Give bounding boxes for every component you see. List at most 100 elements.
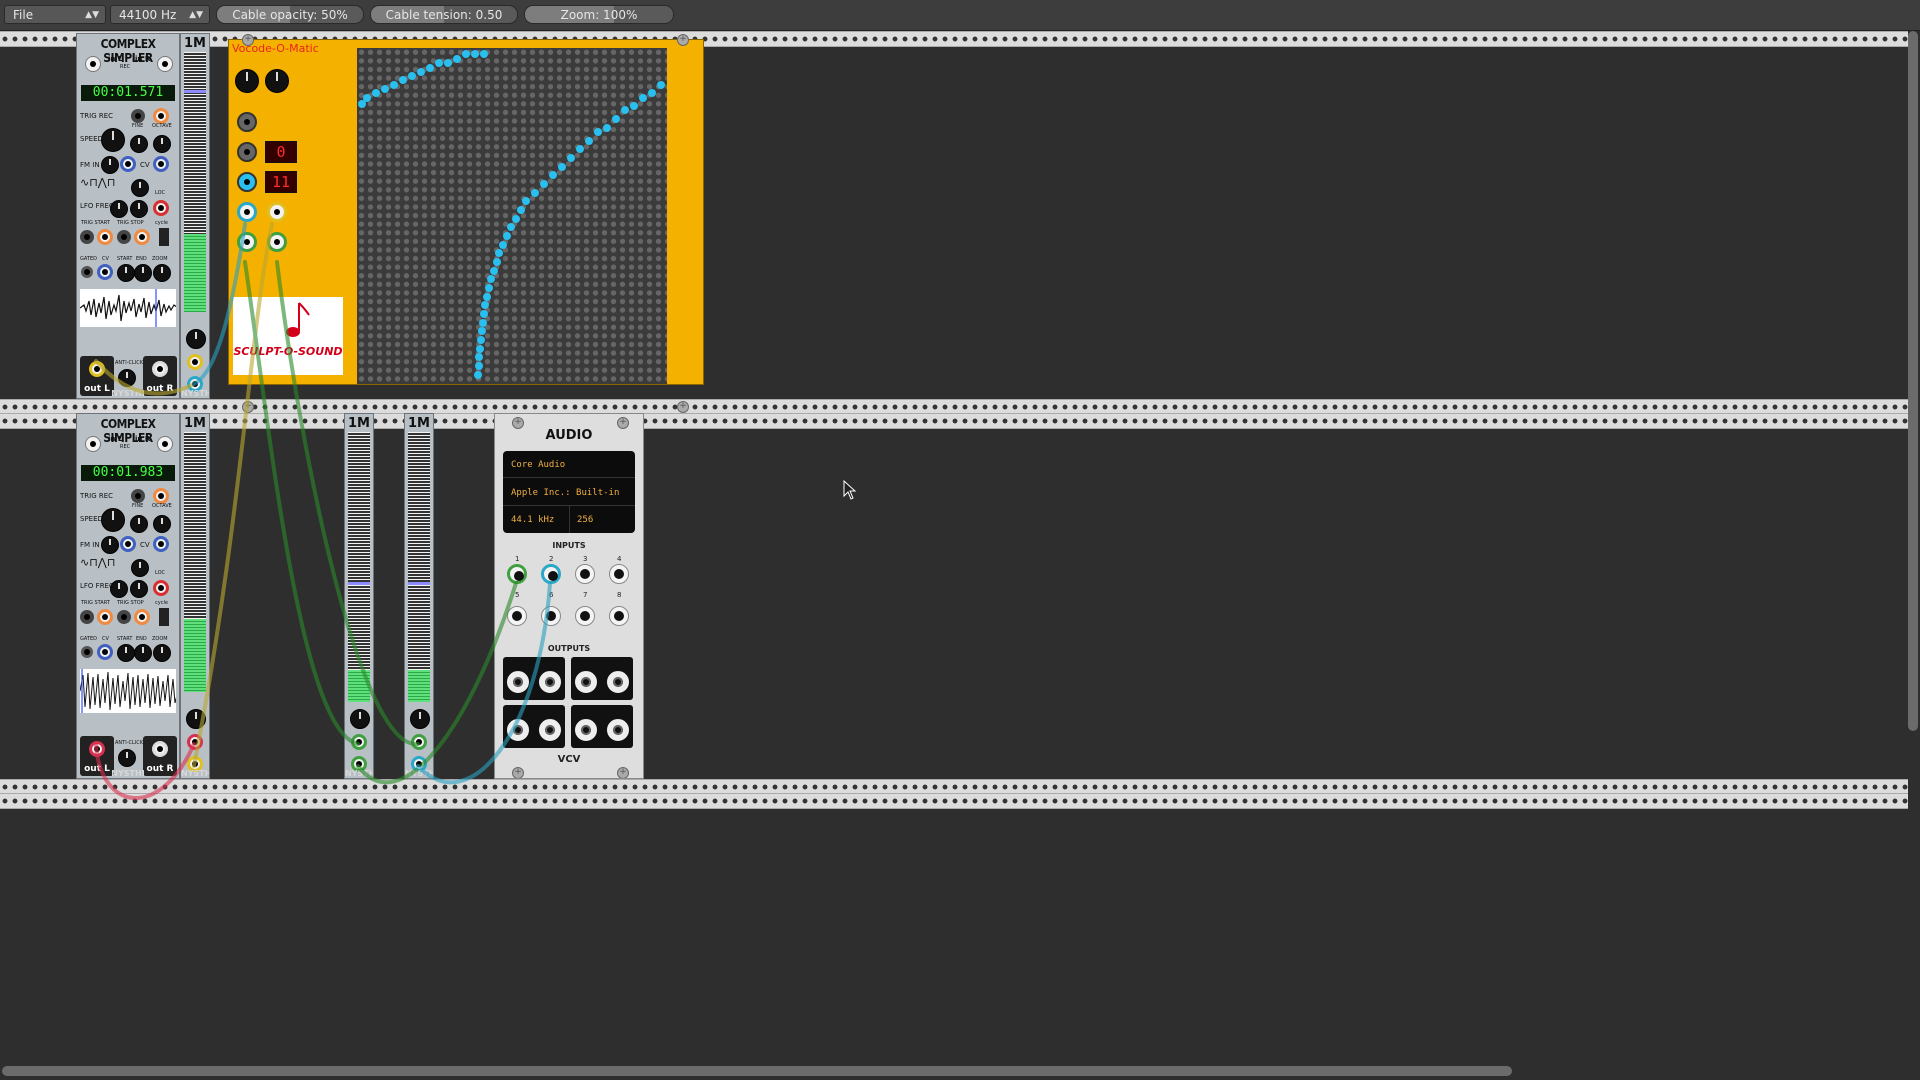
audio-interface-module[interactable]: + + AUDIO Core Audio Apple Inc.: Built-i… [494, 413, 644, 779]
gate-cv-jack[interactable] [97, 644, 113, 660]
in-r-jack[interactable] [157, 436, 173, 452]
cv-jack[interactable] [153, 536, 169, 552]
audio-device-display[interactable]: Core Audio Apple Inc.: Built-in 44.1 kHz… [503, 451, 635, 533]
vocoder-button-2[interactable] [237, 142, 257, 162]
trig-rec-jack[interactable] [153, 488, 169, 504]
gain-knob[interactable] [350, 709, 370, 729]
audio-sample-rate[interactable]: 44.1 kHz [511, 515, 554, 525]
output-jack-3[interactable] [575, 671, 597, 693]
trig-start-button[interactable] [80, 230, 94, 244]
gated-button[interactable] [81, 266, 93, 278]
input-jack-7[interactable] [575, 606, 595, 626]
gain-knob[interactable] [186, 329, 206, 349]
meter-1m-module[interactable]: 1M NYSTHI [180, 413, 210, 779]
cycle-switch[interactable] [159, 608, 169, 626]
input-jack-3[interactable] [575, 564, 595, 584]
trig-rec-button[interactable] [131, 489, 145, 503]
fine-knob[interactable] [130, 135, 148, 153]
sample-rate-select[interactable]: 44100 Hz ▲▼ [110, 5, 210, 24]
anti-click-knob[interactable] [118, 369, 136, 387]
fm-knob[interactable] [101, 536, 119, 554]
gated-button[interactable] [81, 646, 93, 658]
band-matrix-grid[interactable] [357, 48, 667, 384]
lfo-freq-knob[interactable] [110, 580, 128, 598]
fm-knob[interactable] [101, 156, 119, 174]
input-jack-4[interactable] [609, 564, 629, 584]
lfo-amount-knob[interactable] [130, 580, 148, 598]
cv-jack[interactable] [153, 156, 169, 172]
output-jack-4[interactable] [607, 671, 629, 693]
speed-knob[interactable] [101, 128, 125, 152]
end-knob[interactable] [134, 644, 152, 662]
in-l-jack[interactable] [85, 436, 101, 452]
trig-stop-jack[interactable] [134, 609, 150, 625]
trig-stop-button[interactable] [117, 610, 131, 624]
output-jack-2[interactable] [539, 671, 561, 693]
cable-tension-slider[interactable]: Cable tension: 0.50 [370, 5, 518, 24]
audio-block-size[interactable]: 256 [577, 515, 593, 525]
vocoder-knob-1[interactable] [235, 69, 259, 93]
vocoder-button-1[interactable] [237, 112, 257, 132]
input-jack[interactable] [187, 734, 203, 750]
lfo-freq-knob[interactable] [110, 200, 128, 218]
zoom-slider[interactable]: Zoom: 100% [524, 5, 674, 24]
gate-cv-jack[interactable] [97, 264, 113, 280]
loc-jack[interactable] [153, 200, 169, 216]
cycle-switch[interactable] [159, 228, 169, 246]
output-jack-7[interactable] [575, 719, 597, 741]
out-l-jack[interactable] [89, 361, 105, 377]
meter-1m-module[interactable]: 1M NYSTHI [344, 413, 374, 779]
octave-knob[interactable] [153, 135, 171, 153]
fine-knob[interactable] [130, 515, 148, 533]
zoom-knob[interactable] [153, 264, 171, 282]
audio-driver[interactable]: Core Audio [511, 460, 565, 470]
complex-simpler-module[interactable]: COMPLEX SIMPLER in L in R REC 00:01.571 … [76, 33, 180, 399]
anti-click-knob[interactable] [118, 749, 136, 767]
loc-jack[interactable] [153, 580, 169, 596]
meter-1m-module[interactable]: 1M NYSTHI [180, 33, 210, 399]
vocoder-button-3[interactable] [237, 172, 257, 192]
meter-1m-module[interactable]: 1M NYSTHI [404, 413, 434, 779]
speed-knob[interactable] [101, 508, 125, 532]
octave-knob[interactable] [153, 515, 171, 533]
in-l-jack[interactable] [85, 56, 101, 72]
end-knob[interactable] [134, 264, 152, 282]
trig-stop-button[interactable] [117, 230, 131, 244]
input-jack-2[interactable] [541, 564, 561, 584]
start-knob[interactable] [117, 644, 135, 662]
input-jack[interactable] [411, 734, 427, 750]
complex-simpler-module[interactable]: COMPLEX SIMPLER in L in R REC 00:01.983 … [76, 413, 180, 779]
output-jack-1[interactable] [507, 671, 529, 693]
file-menu-select[interactable]: File ▲▼ [4, 5, 106, 24]
fm-cv-jack[interactable] [120, 156, 136, 172]
input-jack-1[interactable] [507, 564, 527, 584]
carrier-in-jack[interactable] [237, 202, 257, 222]
input-jack[interactable] [351, 734, 367, 750]
vocoder-module[interactable]: Vocode-O-Matic 0 11 SCULPT-O-SOUND [228, 39, 704, 385]
trig-stop-jack[interactable] [134, 229, 150, 245]
modulator-in-jack[interactable] [267, 202, 287, 222]
out-right-jack[interactable] [267, 232, 287, 252]
output-jack-8[interactable] [607, 719, 629, 741]
cable-opacity-slider[interactable]: Cable opacity: 50% [216, 5, 364, 24]
lfo-shape-knob[interactable] [131, 179, 149, 197]
zoom-knob[interactable] [153, 644, 171, 662]
out-left-jack[interactable] [237, 232, 257, 252]
rack-area[interactable]: COMPLEX SIMPLER in L in R REC 00:01.571 … [0, 31, 1908, 1065]
input-jack-8[interactable] [609, 606, 629, 626]
in-r-jack[interactable] [157, 56, 173, 72]
trig-rec-button[interactable] [131, 109, 145, 123]
start-knob[interactable] [117, 264, 135, 282]
input-jack-5[interactable] [507, 606, 527, 626]
output-jack-6[interactable] [539, 719, 561, 741]
trig-start-button[interactable] [80, 610, 94, 624]
out-r-jack[interactable] [152, 741, 168, 757]
gain-knob[interactable] [186, 709, 206, 729]
lfo-shape-knob[interactable] [131, 559, 149, 577]
input-jack-6[interactable] [541, 606, 561, 626]
trig-start-jack[interactable] [97, 609, 113, 625]
gain-knob[interactable] [410, 709, 430, 729]
trig-start-jack[interactable] [97, 229, 113, 245]
input-jack[interactable] [187, 354, 203, 370]
lfo-amount-knob[interactable] [130, 200, 148, 218]
